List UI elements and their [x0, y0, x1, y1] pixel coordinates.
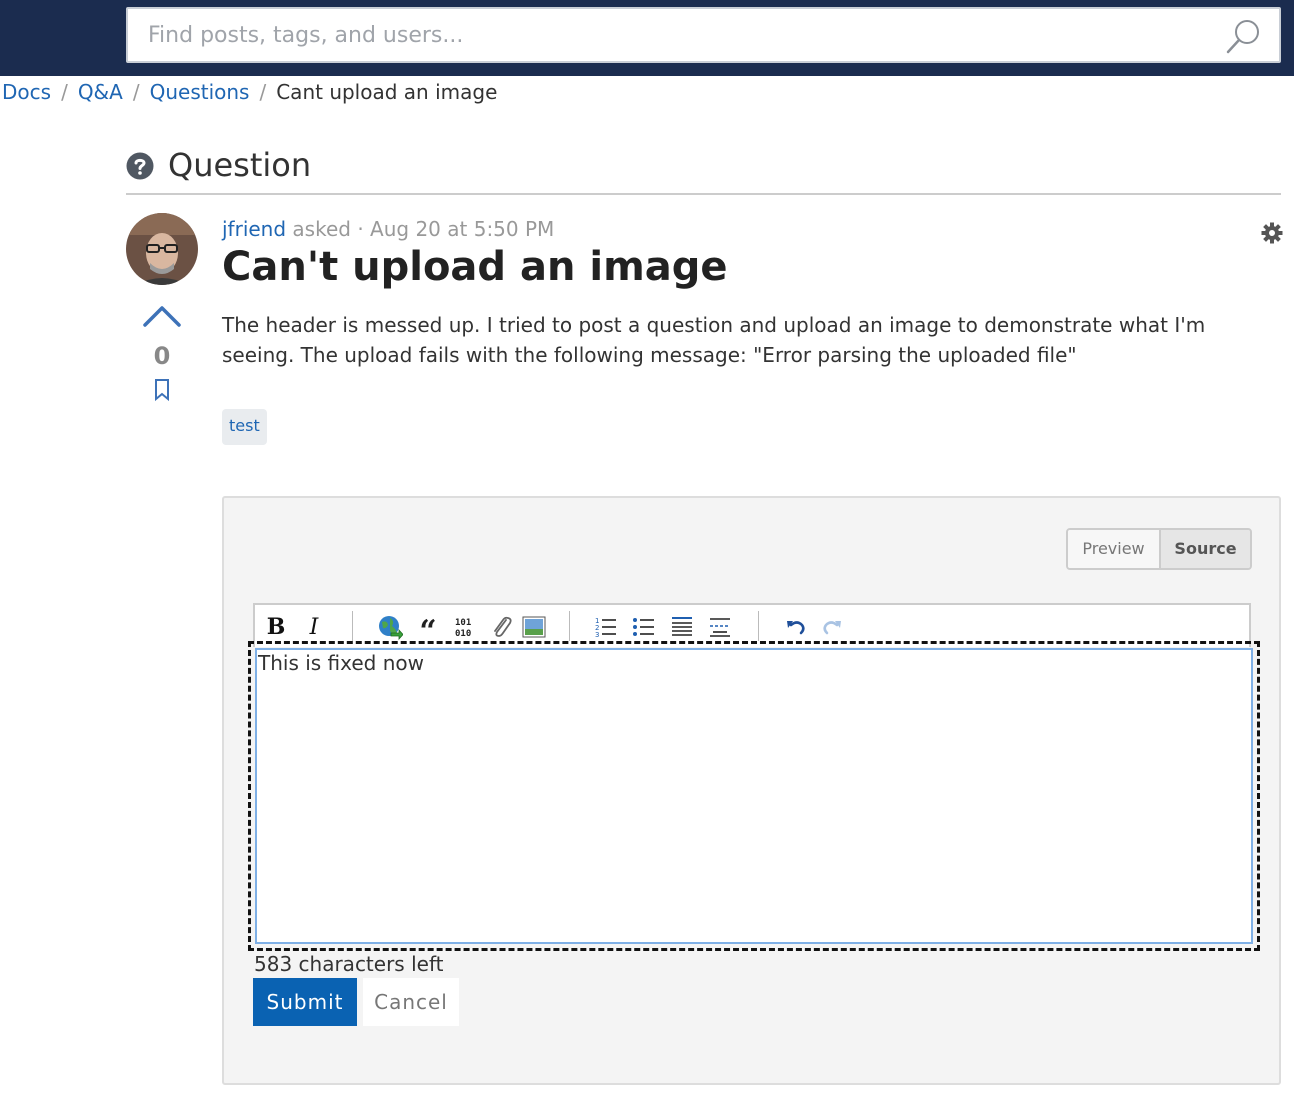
breadcrumb-current: Cant upload an image [276, 80, 498, 104]
section-heading: Question [126, 146, 1281, 195]
breadcrumb-separator: / [259, 80, 267, 104]
tab-source[interactable]: Source [1161, 530, 1250, 568]
asked-label: asked [292, 217, 351, 241]
breadcrumb-separator: / [61, 80, 68, 104]
editor-tabs: Preview Source [1066, 528, 1252, 570]
bullet-list-icon[interactable] [629, 613, 659, 641]
cancel-button[interactable]: Cancel [363, 978, 459, 1026]
post-body: The header is messed up. I tried to post… [222, 313, 1206, 367]
answer-panel: Preview Source B I “ 101 010 1 2 3 This … [222, 496, 1281, 1085]
section-title: Question [168, 146, 312, 184]
breadcrumb-docs[interactable]: Docs [2, 80, 51, 104]
search-input[interactable] [128, 9, 1218, 61]
bookmark-icon[interactable] [153, 378, 171, 402]
tab-preview[interactable]: Preview [1068, 530, 1161, 568]
meta-dot: · [357, 217, 364, 241]
search-box[interactable] [126, 7, 1281, 63]
post-date: Aug 20 at 5:50 PM [370, 217, 555, 241]
upvote-icon[interactable] [142, 303, 182, 329]
answer-textarea[interactable] [255, 648, 1253, 944]
gear-icon[interactable] [1261, 222, 1283, 244]
bold-icon[interactable]: B [261, 613, 291, 641]
code-icon[interactable]: 101 010 [451, 613, 481, 641]
image-icon[interactable] [519, 613, 549, 641]
question-circle-icon [126, 152, 154, 180]
vote-count: 0 [153, 342, 171, 370]
toolbar-divider [758, 611, 759, 641]
quote-icon[interactable]: “ [413, 613, 443, 647]
svg-text:010: 010 [455, 629, 471, 639]
horizontal-rule-icon[interactable] [705, 613, 735, 641]
link-icon[interactable] [375, 613, 405, 641]
editor-focus-outline [248, 641, 1260, 951]
avatar[interactable] [126, 213, 198, 285]
attachment-icon[interactable] [487, 613, 517, 641]
toolbar-divider [569, 611, 570, 641]
submit-button[interactable]: Submit [253, 978, 357, 1026]
numbered-list-icon[interactable]: 1 2 3 [591, 613, 621, 641]
breadcrumb-qa[interactable]: Q&A [78, 80, 123, 104]
search-icon[interactable] [1225, 17, 1263, 55]
tag-test[interactable]: test [222, 409, 267, 445]
svg-text:101: 101 [455, 618, 471, 628]
italic-icon[interactable]: I [299, 613, 329, 641]
breadcrumb-separator: / [132, 80, 140, 104]
align-left-icon[interactable] [667, 613, 697, 641]
author-link[interactable]: jfriend [222, 217, 286, 241]
top-navbar [0, 0, 1294, 76]
svg-text:3: 3 [595, 631, 599, 639]
breadcrumb-questions[interactable]: Questions [150, 80, 250, 104]
post-meta: jfriend asked · Aug 20 at 5:50 PM [222, 217, 554, 241]
post-title: Can't upload an image [222, 244, 728, 290]
undo-icon[interactable] [781, 613, 811, 641]
breadcrumb: Docs / Q&A / Questions / Cant upload an image [2, 80, 497, 104]
chars-left-counter: 583 characters left [254, 952, 444, 976]
toolbar-divider [352, 611, 353, 641]
redo-icon[interactable] [817, 613, 847, 641]
